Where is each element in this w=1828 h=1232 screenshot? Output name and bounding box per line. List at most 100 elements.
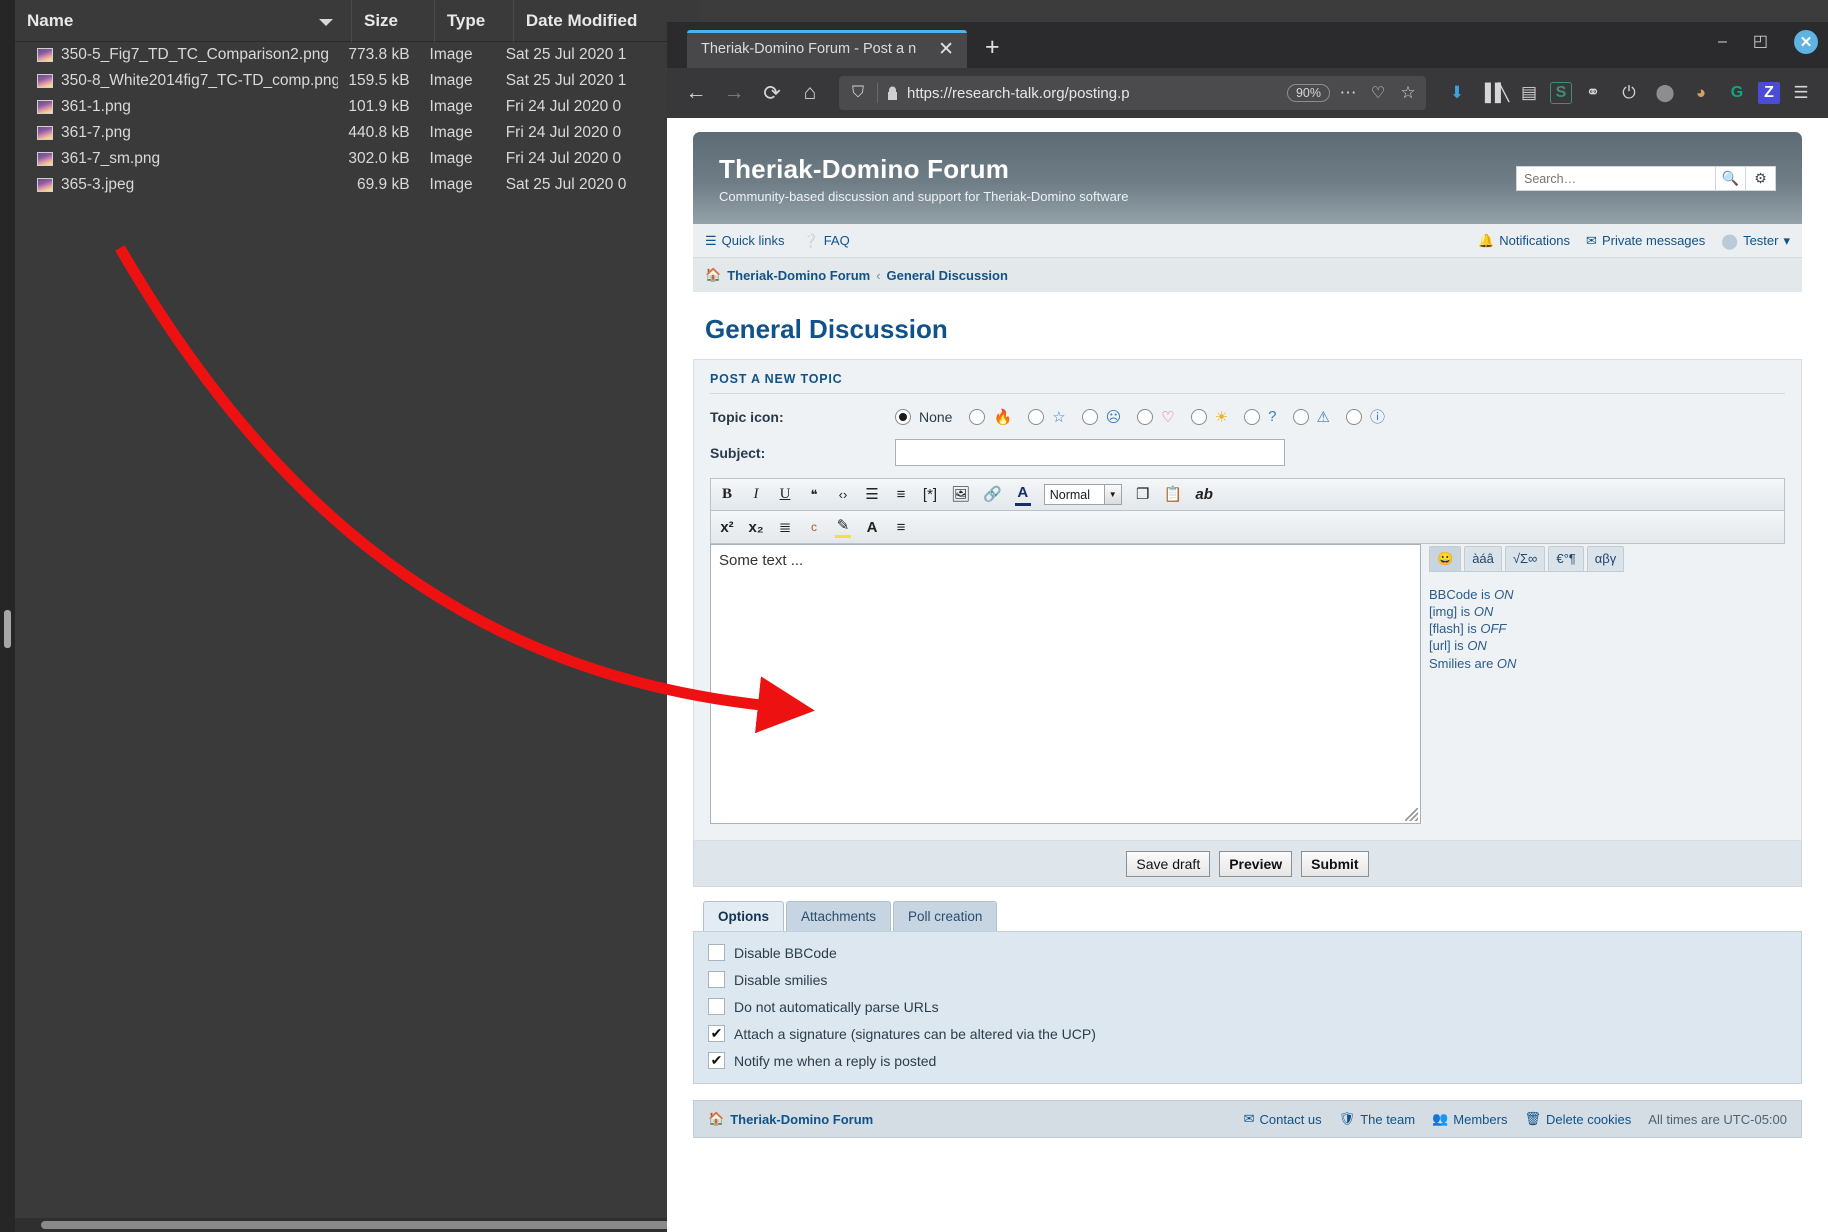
file-row[interactable]: 365-3.jpeg 69.9 kB Image Sat 25 Jul 2020 0 [15,172,700,198]
paste-button[interactable]: 📋 [1164,484,1183,506]
topic-icon-radio-lightbulb-icon[interactable] [1190,408,1207,425]
fire-icon[interactable]: 🔥 [993,408,1012,426]
topic-icon-radio-question-icon[interactable] [1244,408,1261,425]
tracking-shield-icon[interactable]: ⛉ [847,76,869,110]
more-actions-icon[interactable]: ⋯ [1338,76,1358,110]
close-button[interactable]: ✕ [1794,30,1818,54]
font-color-button[interactable]: A [1014,484,1031,506]
notifications-link[interactable]: 🔔 Notifications [1478,233,1570,249]
quote-button[interactable]: ❝ [806,484,822,506]
option-checkbox[interactable]: ✔ [708,1025,725,1042]
file-row[interactable]: 361-7_sm.png 302.0 kB Image Fri 24 Jul 2020… [15,146,700,172]
indent-button[interactable]: ≣ [777,516,793,538]
user-menu[interactable]: ⬤ Tester ▾ [1721,232,1790,250]
grammarly-icon[interactable]: G [1722,78,1752,108]
file-row[interactable]: 350-5_Fig7_TD_TC_Comparison2.png 773.8 kB… [15,42,700,68]
subject-input[interactable] [895,439,1285,466]
lightbulb-icon[interactable]: ☀ [1215,408,1228,426]
file-name-cell[interactable]: 361-1.png [15,98,338,116]
subscript-button[interactable]: x₂ [748,516,764,538]
sort-descending-caret-icon[interactable] [318,18,333,26]
forward-button[interactable]: → [717,76,751,110]
file-row[interactable]: 361-7.png 440.8 kB Image Fri 24 Jul 2020 0 [15,120,700,146]
maximize-button[interactable]: ◰ [1753,34,1768,50]
zoom-level-badge[interactable]: 90% [1286,84,1330,102]
column-header-type[interactable]: Type [433,0,513,42]
browser-tab[interactable]: Theriak-Domino Forum - Post a n ✕ [687,30,967,68]
minimize-button[interactable]: – [1718,34,1727,50]
topic-icon-radio-heart-icon[interactable] [1137,408,1154,425]
option-checkbox[interactable] [708,944,725,961]
greek-letters-tab[interactable]: αβγ [1586,546,1625,571]
sidebar-icon[interactable]: ▤ [1514,78,1544,108]
back-button[interactable]: ← [679,76,713,110]
reload-button[interactable]: ⟳ [755,76,789,110]
message-textarea[interactable]: Some text ... [710,544,1421,824]
save-draft-button[interactable]: Save draft [1126,850,1211,877]
pocket-icon[interactable]: ♡ [1368,76,1388,110]
math-symbols-tab[interactable]: √Σ∞ [1504,546,1546,571]
warning-icon[interactable]: ⚠ [1317,408,1330,426]
textarea-resize-handle[interactable] [1405,808,1418,821]
quick-links-menu[interactable]: ☰ Quick links [705,233,785,249]
list-item-button[interactable]: [*] [922,484,938,506]
footer-link[interactable]: 🛡 The team [1339,1111,1415,1127]
topic-icon-radio-fire-icon[interactable] [969,408,986,425]
italic-button[interactable]: I [748,484,764,506]
footer-link[interactable]: ✉ Contact us [1244,1111,1322,1127]
accented-chars-tab[interactable]: àáâ [1464,546,1502,571]
file-name-cell[interactable]: 361-7_sm.png [15,150,338,168]
topic-icon-radio-surprised-face-icon[interactable] [1081,408,1098,425]
topic-icon-radio-star-icon[interactable] [1028,408,1045,425]
url-text[interactable]: https://research-talk.org/posting.p [907,85,1279,102]
insert-image-button[interactable]: 🖼 [951,484,970,506]
footer-home-link[interactable]: 🏠 Theriak-Domino Forum [708,1111,873,1127]
url-bar[interactable]: ⛉ https://research-talk.org/posting.p 90… [839,76,1426,110]
breadcrumb-current[interactable]: General Discussion [887,268,1008,283]
menu-icon[interactable]: ☰ [1786,78,1816,108]
home-button[interactable]: ⌂ [793,76,827,110]
font-face-button[interactable]: A [864,516,880,538]
file-row[interactable]: 350-8_White2014fig7_TC-TD_comp.png 159.5 … [15,68,700,94]
faq-link[interactable]: ❔ FAQ [803,233,850,249]
tab-close-icon[interactable]: ✕ [935,40,957,59]
file-name-cell[interactable]: 350-8_White2014fig7_TC-TD_comp.png [15,72,338,90]
option-checkbox[interactable] [708,998,725,1015]
file-name-cell[interactable]: 365-3.jpeg [15,176,338,194]
file-row[interactable]: 361-1.png 101.9 kB Image Fri 24 Jul 2020 0 [15,94,700,120]
code-button[interactable]: ‹› [835,484,851,506]
bold-button[interactable]: B [719,484,735,506]
search-options-gear-icon[interactable]: ⚙ [1746,166,1776,191]
option-tab-options[interactable]: Options [703,901,784,931]
topic-icon-radio-none[interactable] [895,408,911,425]
vertical-scrollbar-thumb[interactable] [4,610,11,648]
option-checkbox[interactable]: ✔ [708,1052,725,1069]
small-caps-button[interactable]: c [806,516,822,538]
insert-link-button[interactable]: 🔗 [983,484,1002,506]
highlight-button[interactable]: ✎ [835,516,851,538]
heart-icon[interactable]: ♡ [1161,408,1174,426]
info-icon[interactable]: ⓘ [1370,406,1385,427]
binoculars-icon[interactable]: ⚭ [1578,78,1608,108]
column-header-name[interactable]: Name [15,0,351,42]
private-messages-link[interactable]: ✉ Private messages [1586,233,1705,249]
align-button[interactable]: ≡ [893,516,909,538]
footer-link[interactable]: 🗑 Delete cookies [1524,1111,1631,1127]
downloads-icon[interactable]: ⬇ [1442,78,1472,108]
question-icon[interactable]: ? [1268,408,1276,425]
file-name-cell[interactable]: 350-5_Fig7_TD_TC_Comparison2.png [15,46,338,64]
footer-link[interactable]: 👥 Members [1432,1111,1507,1127]
chevron-down-icon[interactable]: ▼ [1103,485,1121,504]
surprised-face-icon[interactable]: ☹ [1106,408,1122,426]
bookmark-star-icon[interactable]: ☆ [1398,76,1418,110]
abbreviation-button[interactable]: ab [1195,484,1213,506]
circle-icon[interactable]: ⬤ [1650,78,1680,108]
option-checkbox[interactable] [708,971,725,988]
ordered-list-button[interactable]: ≡ [893,484,909,506]
option-tab-attachments[interactable]: Attachments [786,901,892,931]
zotero-icon[interactable]: Z [1758,82,1780,104]
topic-icon-radio-info-icon[interactable] [1345,408,1362,425]
horizontal-scrollbar[interactable] [15,1218,701,1232]
topic-icon-radio-warning-icon[interactable] [1292,408,1309,425]
option-tab-poll-creation[interactable]: Poll creation [893,901,998,931]
